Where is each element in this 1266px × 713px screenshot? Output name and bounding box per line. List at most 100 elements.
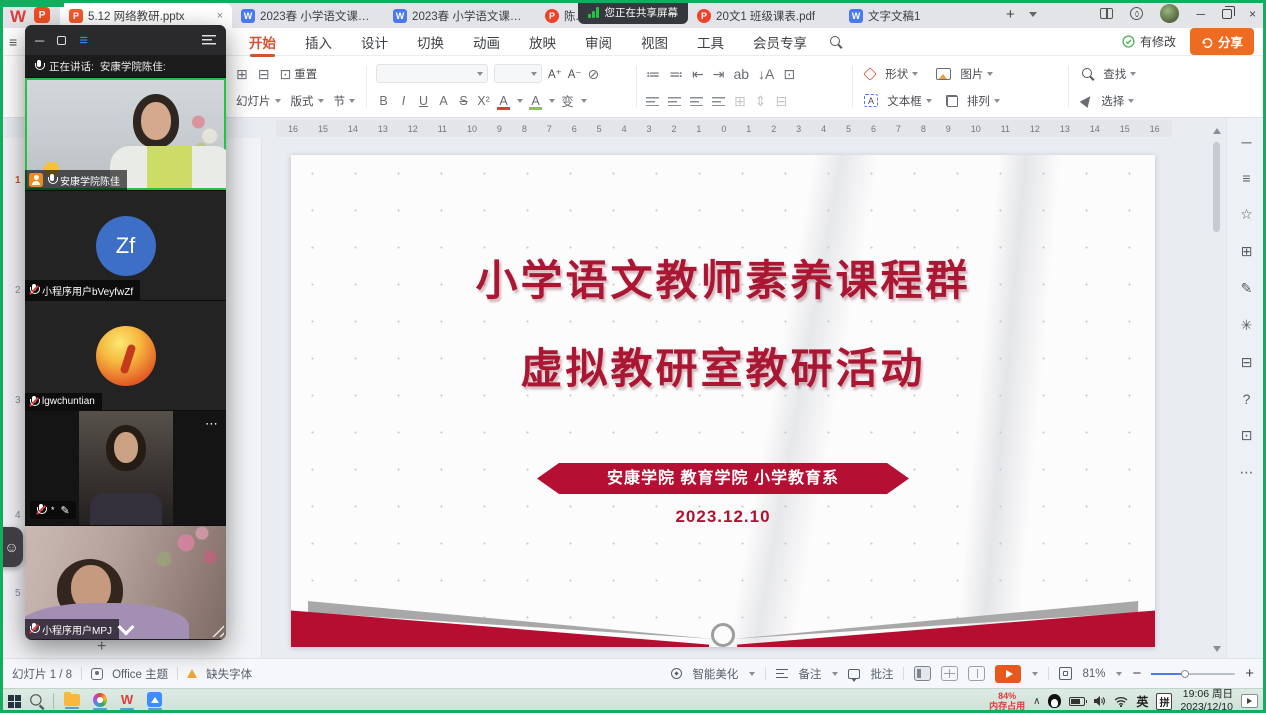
- taskbar-app-file-explorer[interactable]: [64, 694, 80, 709]
- align-right-icon[interactable]: [690, 96, 703, 106]
- collapse-window-button[interactable]: [103, 621, 149, 638]
- participant-tile[interactable]: ⋯*✎: [25, 410, 226, 525]
- menu-tab-放映[interactable]: 放映: [528, 28, 557, 56]
- reader-icon[interactable]: ⊟: [1241, 354, 1253, 371]
- line-spacing-icon[interactable]: ⇕: [755, 94, 767, 108]
- more-options-icon[interactable]: ⋯: [205, 416, 219, 432]
- insert-picture-button[interactable]: 图片: [936, 66, 993, 82]
- bullets-list-icon[interactable]: ≔: [646, 67, 660, 81]
- play-options-icon[interactable]: [1032, 672, 1038, 676]
- align-left-icon[interactable]: [646, 96, 659, 106]
- distribute-icon[interactable]: ⊟: [775, 94, 787, 108]
- font-style-x²[interactable]: X²: [476, 94, 491, 108]
- fit-slide-icon[interactable]: [1059, 667, 1072, 680]
- font-style-i[interactable]: I: [396, 94, 411, 108]
- slide-thumbnail-number[interactable]: 5: [15, 588, 21, 599]
- menu-tab-会员专享[interactable]: 会员专享: [752, 28, 808, 56]
- font-name-select[interactable]: [376, 64, 488, 83]
- battery-icon[interactable]: [1069, 697, 1085, 706]
- memory-usage[interactable]: 84%内存占用: [989, 691, 1025, 712]
- slide-canvas[interactable]: 小学语文教师素养课程群 虚拟教研室教研活动 安康学院 教育学院 小学教育系 20…: [291, 155, 1155, 647]
- normal-view-button[interactable]: [914, 666, 931, 681]
- smartart-convert-icon[interactable]: ⊡: [783, 67, 795, 81]
- font-size-select[interactable]: [494, 64, 542, 83]
- slide-layout-button[interactable]: 版式: [291, 93, 324, 109]
- scrollbar-thumb[interactable]: [1213, 142, 1220, 232]
- document-tab[interactable]: P20文1 班级课表.pdf: [688, 3, 840, 28]
- document-tab[interactable]: W文字文稿1: [840, 3, 992, 28]
- document-tab[interactable]: W2023春 小学语文课程与教: [384, 3, 536, 28]
- columns-icon[interactable]: ⊞: [734, 94, 746, 108]
- text-direction-icon[interactable]: ab: [733, 67, 749, 81]
- volume-icon[interactable]: [1093, 695, 1106, 707]
- collapse-sidebar-icon[interactable]: ─: [1242, 134, 1252, 150]
- vertical-text-icon[interactable]: ↓A: [758, 67, 774, 81]
- zoom-level[interactable]: 81%: [1082, 668, 1105, 680]
- search-icon[interactable]: [830, 36, 842, 48]
- find-button[interactable]: 查找: [1082, 66, 1136, 82]
- taskbar-clock[interactable]: 19:06 周日2023/12/10: [1180, 688, 1233, 713]
- reset-button[interactable]: ⊡重置: [279, 66, 317, 82]
- section-button[interactable]: 节: [334, 93, 356, 109]
- presentation-app-icon[interactable]: P: [34, 7, 50, 23]
- indent-increase-icon[interactable]: ⇥: [713, 67, 725, 81]
- font-style-b[interactable]: B: [376, 94, 391, 108]
- zoom-slider[interactable]: [1151, 673, 1235, 675]
- menu-tab-开始[interactable]: 开始: [248, 28, 277, 56]
- menu-tab-插入[interactable]: 插入: [304, 28, 333, 56]
- transition-icon[interactable]: ⊞: [1241, 243, 1253, 260]
- docer-icon[interactable]: [1130, 7, 1143, 20]
- align-justify-icon[interactable]: [712, 96, 725, 106]
- user-avatar[interactable]: [1160, 4, 1179, 23]
- restore-button[interactable]: [1222, 9, 1232, 19]
- slide-thumbnail-number[interactable]: 3: [15, 395, 21, 406]
- split-view-icon[interactable]: [1100, 8, 1113, 19]
- resize-handle[interactable]: [211, 624, 224, 637]
- slide-banner[interactable]: 安康学院 教育学院 小学教育系: [537, 463, 909, 494]
- modified-status[interactable]: 有修改: [1122, 33, 1176, 50]
- qq-tray-icon[interactable]: [1048, 694, 1061, 708]
- tray-expand-icon[interactable]: ∧: [1033, 696, 1040, 707]
- meeting-window[interactable]: ─ ≡ 正在讲话: 安康学院陈佳: 安康学院陈佳Zf小程序用户bVeyfwZfl…: [25, 25, 226, 640]
- wps-logo[interactable]: W: [10, 8, 26, 25]
- insert-textbox-button[interactable]: A 文本框: [864, 93, 932, 109]
- new-slide-icon[interactable]: ⊞: [236, 67, 248, 81]
- media-overlay-icon[interactable]: [1241, 694, 1258, 708]
- select-button[interactable]: 选择: [1082, 93, 1134, 109]
- sign-icon[interactable]: ✎: [1241, 280, 1253, 297]
- meeting-layout-switch-icon[interactable]: [202, 35, 216, 45]
- more-icon[interactable]: ⋯: [1240, 464, 1254, 481]
- skin-icon[interactable]: ⊡: [1241, 427, 1253, 444]
- close-button[interactable]: ×: [1249, 8, 1256, 20]
- slide-title-line2[interactable]: 虚拟教研室教研活动: [291, 335, 1155, 396]
- slide-thumbnail-number[interactable]: 1: [15, 175, 21, 186]
- start-button[interactable]: [8, 695, 21, 708]
- font-style-a[interactable]: A: [436, 94, 451, 108]
- slideshow-play-button[interactable]: [995, 665, 1021, 683]
- menu-tab-设计[interactable]: 设计: [360, 28, 389, 56]
- minimize-button[interactable]: ─: [1196, 8, 1205, 20]
- effects-icon[interactable]: ☆: [1240, 206, 1253, 223]
- pinyin-guide-button[interactable]: 变: [560, 91, 575, 110]
- clear-format-icon[interactable]: ⊘: [588, 67, 600, 81]
- missing-font-warning[interactable]: 缺失字体: [206, 666, 252, 682]
- taskbar-app-browser[interactable]: [93, 693, 107, 710]
- properties-icon[interactable]: ≡: [1242, 170, 1250, 186]
- wifi-icon[interactable]: [1114, 696, 1128, 707]
- new-slide-plus-button[interactable]: +: [97, 638, 106, 656]
- meeting-titlebar[interactable]: ─ ≡: [25, 25, 226, 55]
- grow-font-button[interactable]: A⁺: [548, 67, 562, 81]
- layout-icon[interactable]: ⊟: [258, 67, 270, 81]
- share-button[interactable]: 分享: [1190, 28, 1254, 55]
- help-icon[interactable]: ?: [1243, 391, 1251, 407]
- zoom-out-button[interactable]: −: [1132, 665, 1141, 682]
- arrange-button[interactable]: 排列: [946, 93, 1000, 109]
- font-color-button[interactable]: A: [496, 94, 511, 108]
- menu-tab-切换[interactable]: 切换: [416, 28, 445, 56]
- taskbar-search-icon[interactable]: [30, 694, 44, 708]
- slide-thumbnail-number[interactable]: 2: [15, 285, 21, 296]
- scroll-down-icon[interactable]: [1213, 646, 1221, 652]
- ime-mode-indicator[interactable]: 拼: [1156, 693, 1172, 710]
- font-style-s[interactable]: S: [456, 94, 471, 108]
- slide-date[interactable]: 2023.12.10: [291, 507, 1155, 527]
